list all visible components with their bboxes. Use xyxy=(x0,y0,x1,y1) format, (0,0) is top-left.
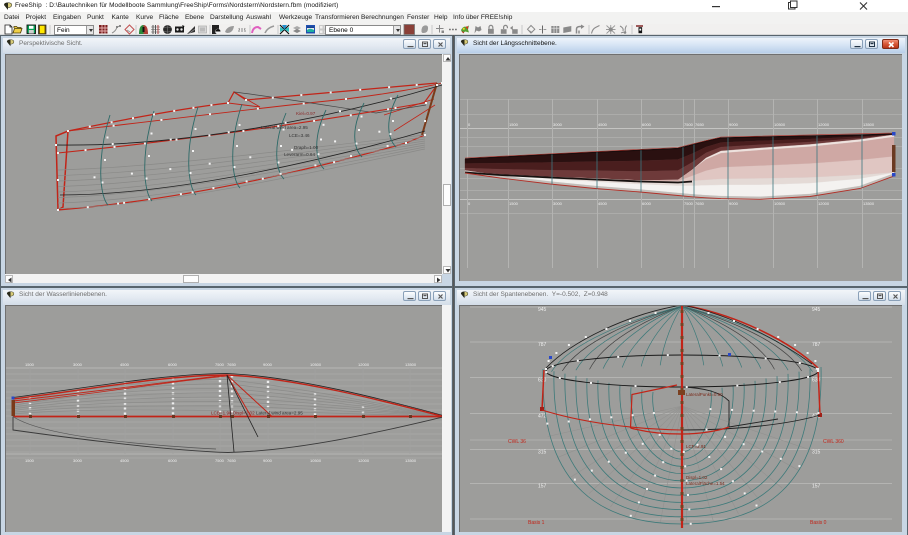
svg-text:7500: 7500 xyxy=(215,362,225,367)
svg-text:1500: 1500 xyxy=(509,122,519,127)
svg-text:1500: 1500 xyxy=(509,201,519,206)
svg-text:Displ=1.02: Displ=1.02 xyxy=(686,475,708,480)
svg-text:7500: 7500 xyxy=(684,122,694,127)
svg-text:157: 157 xyxy=(538,484,547,490)
svg-text:787: 787 xyxy=(538,342,547,348)
svg-text:7650: 7650 xyxy=(227,362,237,367)
svg-text:7650: 7650 xyxy=(227,458,237,463)
svg-text:9000: 9000 xyxy=(729,122,739,127)
svg-text:0: 0 xyxy=(468,122,471,127)
svg-text:Leverarm=0.64: Leverarm=0.64 xyxy=(284,152,315,157)
svg-text:3000: 3000 xyxy=(553,201,563,206)
svg-text:Lateral wind area=2.95: Lateral wind area=2.95 xyxy=(261,125,308,130)
svg-text:Draph=1.00: Draph=1.00 xyxy=(294,145,319,150)
svg-text:9000: 9000 xyxy=(729,201,739,206)
svg-text:4500: 4500 xyxy=(120,458,130,463)
svg-text:4500: 4500 xyxy=(598,122,608,127)
svg-text:6000: 6000 xyxy=(642,201,652,206)
svg-text:10500: 10500 xyxy=(310,458,322,463)
svg-text:LCE=3.46: LCE=3.46 xyxy=(289,133,310,138)
svg-text:7500: 7500 xyxy=(215,458,225,463)
svg-text:945: 945 xyxy=(538,307,547,313)
svg-text:CWL 360: CWL 360 xyxy=(823,439,844,445)
svg-text:4500: 4500 xyxy=(598,201,608,206)
svg-text:LateralFläche=1.54: LateralFläche=1.54 xyxy=(686,481,725,486)
svg-text:3000: 3000 xyxy=(553,122,563,127)
svg-text:Basis 1: Basis 1 xyxy=(528,520,545,526)
svg-text:315: 315 xyxy=(812,450,821,456)
svg-text:1500: 1500 xyxy=(25,458,35,463)
svg-text:0: 0 xyxy=(468,201,471,206)
svg-text:13500: 13500 xyxy=(405,458,417,463)
svg-text:157: 157 xyxy=(812,484,821,490)
svg-text:7650: 7650 xyxy=(695,201,705,206)
svg-text:12000: 12000 xyxy=(818,122,830,127)
svg-text:CWL 36: CWL 36 xyxy=(508,439,526,445)
svg-text:LateralPunkt=0.60: LateralPunkt=0.60 xyxy=(686,392,723,397)
svg-text:12000: 12000 xyxy=(818,201,830,206)
svg-text:315: 315 xyxy=(538,450,547,456)
svg-text:3000: 3000 xyxy=(73,458,83,463)
svg-text:6000: 6000 xyxy=(642,122,652,127)
svg-text:945: 945 xyxy=(812,307,821,313)
svg-text:LCF=2.91: LCF=2.91 xyxy=(686,444,706,449)
svg-text:6000: 6000 xyxy=(168,458,178,463)
svg-text:Basis 0: Basis 0 xyxy=(810,520,827,526)
svg-text:787: 787 xyxy=(812,342,821,348)
svg-text:10500: 10500 xyxy=(310,362,322,367)
svg-text:630: 630 xyxy=(538,378,547,384)
svg-text:12000: 12000 xyxy=(358,362,370,367)
svg-text:4500: 4500 xyxy=(120,362,130,367)
svg-text:1500: 1500 xyxy=(25,362,35,367)
svg-text:10500: 10500 xyxy=(774,201,786,206)
svg-text:13500: 13500 xyxy=(405,362,417,367)
svg-text:Kiel=0.97: Kiel=0.97 xyxy=(296,111,316,116)
svg-text:LCB=1.98 Displ=1.02: LCB=1.98 Displ=1.02 xyxy=(211,411,255,416)
svg-text:13500: 13500 xyxy=(863,122,875,127)
svg-text:6000: 6000 xyxy=(168,362,178,367)
svg-text:13500: 13500 xyxy=(863,201,875,206)
svg-text:7650: 7650 xyxy=(695,122,705,127)
svg-text:12000: 12000 xyxy=(358,458,370,463)
svg-text:9000: 9000 xyxy=(263,362,273,367)
svg-text:7500: 7500 xyxy=(684,201,694,206)
svg-text:Lateral wind area=2.95: Lateral wind area=2.95 xyxy=(256,411,303,416)
svg-text:9000: 9000 xyxy=(263,458,273,463)
svg-text:3000: 3000 xyxy=(73,362,83,367)
svg-text:10500: 10500 xyxy=(774,122,786,127)
